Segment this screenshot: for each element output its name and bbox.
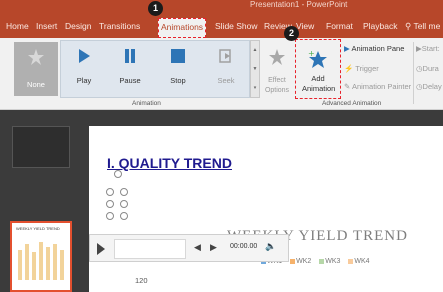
slide-canvas[interactable]: I. QUALITY TREND WEEKLY YIELD TREND WK1 … <box>89 126 443 292</box>
ribbon-separator <box>413 42 414 104</box>
delay-field[interactable]: ◷Delay <box>416 82 442 91</box>
animation-group-label: Animation <box>132 100 161 107</box>
ribbon: None Play Pause Stop Seek ▲ ▼ ▾ Effect O <box>0 38 443 110</box>
thumbnail-bar <box>53 244 57 280</box>
effect-pause[interactable]: Pause <box>110 42 150 94</box>
ribbon-tabs: Home Insert Design Transitions Animation… <box>0 13 443 38</box>
duration-field[interactable]: ◷Dura <box>416 64 439 73</box>
thumbnail-bar <box>18 250 22 280</box>
thumbnail-bar <box>25 244 29 280</box>
resize-handle[interactable] <box>106 188 114 196</box>
animation-pane-button[interactable]: ▶ Animation Pane <box>344 44 404 53</box>
effect-label: Pause <box>119 76 141 85</box>
play-icon[interactable] <box>97 243 105 255</box>
scroll-down-icon[interactable]: ▼ <box>251 60 259 79</box>
resize-handle[interactable] <box>106 200 114 208</box>
selection-handles[interactable] <box>106 170 130 226</box>
trigger-button[interactable]: ⚡ Trigger <box>344 64 379 73</box>
scroll-up-icon[interactable]: ▲ <box>251 41 259 60</box>
play-icon <box>77 48 91 66</box>
effect-options-icon <box>268 48 286 68</box>
rotate-handle[interactable] <box>114 170 122 178</box>
advanced-animation-group-label: Advanced Animation <box>322 100 382 107</box>
media-controls: ◀ ▶ 00:00.00 🔈 <box>89 234 289 262</box>
slide-thumbnail-2[interactable]: WEEKLY YIELD TREND <box>10 221 72 292</box>
effect-options-label: Effect Options <box>264 77 290 94</box>
legend-item: WK3 <box>319 258 340 265</box>
effect-label: Play <box>76 76 92 85</box>
start-label: Start: <box>421 44 440 53</box>
tab-format[interactable]: Format <box>326 17 353 35</box>
y-axis-tick: 120 <box>135 276 148 285</box>
thumbnail-bar <box>39 242 43 280</box>
thumbnail-bar <box>32 252 36 280</box>
tab-animations[interactable]: Animations <box>158 18 207 38</box>
tell-me-label: Tell me <box>413 21 441 31</box>
legend-item: WK4 <box>348 258 370 265</box>
effect-label: Seek <box>217 76 235 85</box>
animation-pane-label: Animation Pane <box>351 44 405 53</box>
add-animation-label: Add Animation <box>302 74 336 93</box>
effect-label: Stop <box>170 76 186 85</box>
callout-1: 1 <box>148 1 163 16</box>
trigger-icon: ⚡ <box>344 64 354 73</box>
media-timeline[interactable] <box>114 239 186 259</box>
resize-handle[interactable] <box>106 212 114 220</box>
animation-pane-icon: ▶ <box>344 44 350 53</box>
legend-item: WK2 <box>290 258 311 265</box>
title-bar: Presentation1 - PowerPoint <box>0 0 443 13</box>
volume-icon[interactable]: 🔈 <box>265 241 276 252</box>
svg-text:+: + <box>308 49 315 58</box>
seek-icon <box>218 48 234 66</box>
step-forward-icon[interactable]: ▶ <box>210 242 217 253</box>
none-label: None <box>27 80 45 89</box>
tab-home[interactable]: Home <box>6 17 29 35</box>
tell-me-box[interactable]: ⚲ Tell me <box>405 17 440 35</box>
tab-slide-show[interactable]: Slide Show <box>215 17 258 35</box>
callout-2: 2 <box>284 26 299 41</box>
slide-thumbnail-1[interactable] <box>12 126 70 168</box>
trigger-label: Trigger <box>355 64 379 73</box>
add-animation-button[interactable]: + Add Animation <box>298 42 338 94</box>
effect-options-button[interactable]: Effect Options <box>260 42 294 94</box>
none-button[interactable]: None <box>14 42 58 96</box>
painter-icon: ✎ <box>344 82 351 91</box>
add-animation-star-icon: + <box>307 48 329 72</box>
delay-label: Delay <box>422 82 442 91</box>
resize-handle[interactable] <box>120 212 128 220</box>
animation-painter-button[interactable]: ✎ Animation Painter <box>344 82 411 91</box>
tab-insert[interactable]: Insert <box>36 17 57 35</box>
effect-seek[interactable]: Seek <box>206 42 246 94</box>
duration-label: Dura <box>422 64 439 73</box>
effect-stop[interactable]: Stop <box>158 42 198 94</box>
star-icon <box>27 48 45 68</box>
slide-thumbnail-pane: WEEKLY YIELD TREND <box>0 110 80 292</box>
effect-play[interactable]: Play <box>64 42 104 94</box>
pause-icon <box>123 48 137 66</box>
media-time: 00:00.00 <box>230 243 258 250</box>
thumbnail-bar <box>60 250 64 280</box>
gallery-scroll[interactable]: ▲ ▼ ▾ <box>250 40 260 98</box>
resize-handle[interactable] <box>120 188 128 196</box>
slide-title[interactable]: I. QUALITY TREND <box>107 155 232 171</box>
animation-painter-label: Animation Painter <box>351 82 412 91</box>
start-field[interactable]: ▶Start: <box>416 44 440 53</box>
tab-playback[interactable]: Playback <box>363 17 398 35</box>
thumbnail-bar <box>46 247 50 280</box>
window-title: Presentation1 - PowerPoint <box>250 0 348 9</box>
stop-icon <box>170 48 186 66</box>
thumbnail-title: WEEKLY YIELD TREND <box>16 226 60 231</box>
tab-design[interactable]: Design <box>65 17 91 35</box>
tab-transitions[interactable]: Transitions <box>99 17 140 35</box>
gallery-more-icon[interactable]: ▾ <box>251 79 259 98</box>
resize-handle[interactable] <box>120 200 128 208</box>
step-back-icon[interactable]: ◀ <box>194 242 201 253</box>
